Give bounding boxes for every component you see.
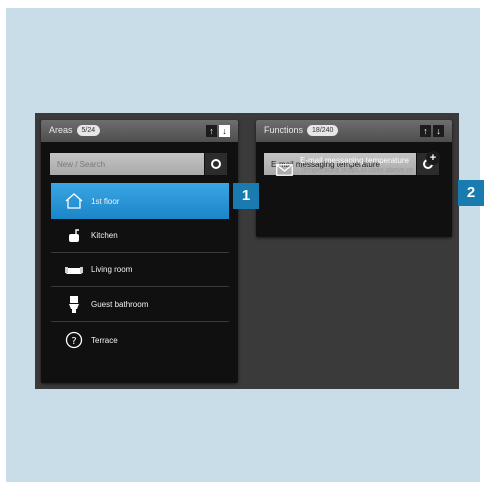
areas-search-button[interactable] bbox=[205, 153, 227, 175]
functions-title: Functions 18/240 bbox=[264, 125, 339, 136]
svg-text:?: ? bbox=[71, 336, 76, 347]
app-screen: Areas5/24 ↑ ↓ 1st floor Kitchen bbox=[35, 113, 459, 389]
envelope-icon bbox=[276, 163, 293, 181]
areas-panel: Areas5/24 ↑ ↓ 1st floor Kitchen bbox=[41, 120, 238, 383]
area-item-kitchen[interactable]: Kitchen bbox=[51, 219, 229, 253]
question-icon: ? bbox=[61, 330, 87, 350]
functions-sort-up-button[interactable]: ↑ bbox=[420, 125, 431, 137]
area-item-1st-floor[interactable]: 1st floor bbox=[51, 183, 229, 219]
area-label: Living room bbox=[91, 265, 133, 274]
house-icon bbox=[61, 191, 87, 211]
function-item[interactable]: E-mail messaging temperature Temperature… bbox=[270, 151, 450, 196]
dot-icon bbox=[211, 159, 221, 169]
toilet-icon bbox=[61, 295, 87, 315]
function-title: E-mail messaging temperature bbox=[300, 156, 409, 165]
areas-title: Areas 5/24 bbox=[49, 125, 101, 136]
functions-count-badge: 18/240 bbox=[307, 125, 339, 136]
functions-sort-down-button[interactable]: ↓ bbox=[433, 125, 444, 137]
callout-1: 1 bbox=[233, 183, 259, 209]
area-item-guest-bathroom[interactable]: Guest bathroom bbox=[51, 288, 229, 322]
area-item-living-room[interactable]: Living room bbox=[51, 253, 229, 287]
areas-count-badge: 5/24 bbox=[76, 125, 101, 136]
area-label: Terrace bbox=[91, 335, 118, 345]
functions-header: Functions 18/240 ↑ ↓ bbox=[256, 120, 452, 142]
area-item-terrace[interactable]: ? Terrace bbox=[51, 323, 229, 357]
functions-panel: Functions 18/240 ↑ ↓ E-mail messaging tem… bbox=[256, 120, 452, 237]
areas-sort-up-button[interactable]: ↑ bbox=[206, 125, 217, 137]
areas-sort-group: ↑ ↓ bbox=[206, 125, 230, 137]
areas-title-label: Areas bbox=[49, 125, 73, 135]
areas-sort-down-button[interactable]: ↓ bbox=[219, 125, 230, 137]
functions-title-label: Functions bbox=[264, 125, 304, 135]
function-description: Temperature drops or rises above or bbox=[300, 167, 413, 174]
sofa-icon bbox=[61, 260, 87, 280]
area-label: 1st floor bbox=[91, 196, 120, 206]
areas-search-input[interactable] bbox=[50, 153, 204, 175]
area-label: Guest bathroom bbox=[91, 300, 149, 309]
area-label: Kitchen bbox=[91, 231, 118, 240]
callout-2: 2 bbox=[458, 180, 484, 206]
pot-icon bbox=[61, 226, 87, 246]
functions-sort-group: ↑ ↓ bbox=[420, 125, 444, 137]
areas-header: Areas 5/24 ↑ ↓ bbox=[41, 120, 238, 142]
add-function-button[interactable]: + bbox=[426, 151, 440, 165]
